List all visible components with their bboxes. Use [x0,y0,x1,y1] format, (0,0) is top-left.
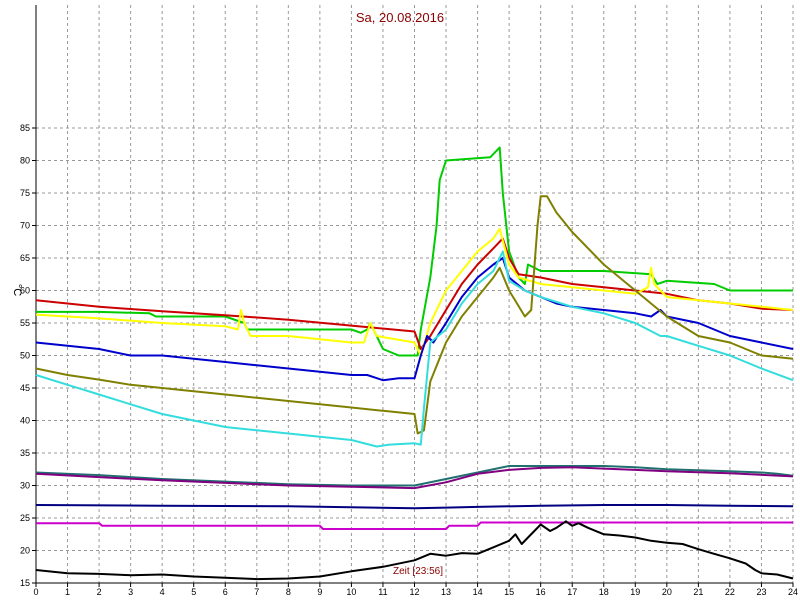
x-tick-label: 23 [756,587,766,597]
x-tick-label: 7 [254,587,259,597]
y-tick-label: 15 [20,578,30,588]
y-tick-label: 50 [20,351,30,361]
x-tick-label: 3 [128,587,133,597]
y-tick-label: 30 [20,481,30,491]
x-tick-label: 14 [473,587,483,597]
x-tick-label: 6 [223,587,228,597]
x-tick-label: 17 [567,587,577,597]
x-tick-label: 11 [378,587,387,597]
x-tick-label: 5 [191,587,196,597]
y-tick-label: 35 [20,448,30,458]
x-tick-label: 20 [662,587,672,597]
y-tick-label: 20 [20,546,30,556]
y-tick-label: 65 [20,253,30,263]
y-tick-label: 45 [20,383,30,393]
chart-background [0,0,800,600]
x-tick-label: 10 [346,587,356,597]
y-tick-label: 55 [20,318,30,328]
x-tick-label: 2 [97,587,102,597]
x-tick-label: 1 [65,587,70,597]
x-tick-label: 0 [33,587,38,597]
y-tick-label: 40 [20,416,30,426]
x-tick-label: 21 [693,587,703,597]
x-tick-label: 15 [504,587,514,597]
chart-title: Sa, 20.08.2016 [356,10,444,25]
x-tick-label: 13 [441,587,451,597]
y-tick-label: 85 [20,123,30,133]
x-tick-label: 16 [536,587,546,597]
y-tick-label: 70 [20,221,30,231]
x-tick-label: 12 [409,587,419,597]
x-tick-label: 9 [317,587,322,597]
x-tick-label: 22 [725,587,735,597]
x-axis-label: Zeit [23:56] [393,566,443,577]
temperature-chart: 0 1 2 3 4 5 6 7 8 9 10 11 12 13 14 15 16 17 18 19 20 21 22 23 24… [0,0,800,600]
x-tick-label: 19 [630,587,640,597]
y-tick-label: 75 [20,188,30,198]
x-tick-label: 24 [788,587,798,597]
y-tick-label: 80 [20,156,30,166]
x-tick-label: 8 [286,587,291,597]
x-tick-label: 18 [599,587,609,597]
y-tick-label: 25 [20,513,30,523]
x-tick-label: 4 [160,587,165,597]
y-axis-label: °C [11,284,23,296]
